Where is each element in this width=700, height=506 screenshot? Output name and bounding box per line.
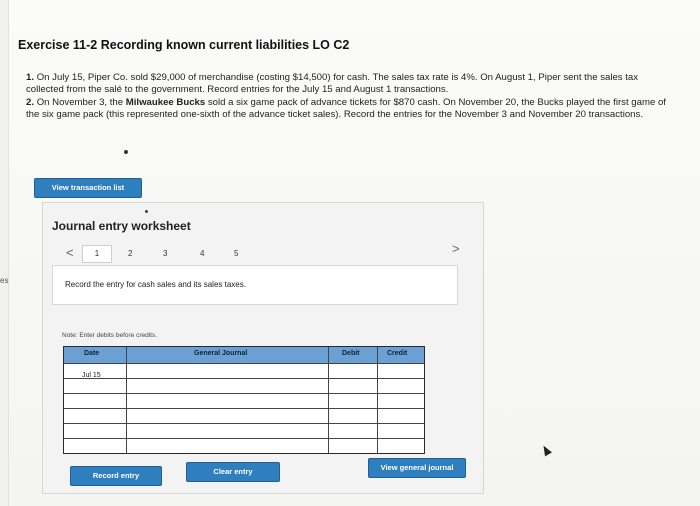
prev-page-chevron-icon[interactable]: < xyxy=(66,245,74,260)
row-divider xyxy=(64,408,424,409)
instruction-box: Record the entry for cash sales and its … xyxy=(52,265,458,305)
next-page-chevron-icon[interactable]: > xyxy=(452,241,460,256)
item-2-number: 2. xyxy=(26,97,35,108)
left-panel-edge xyxy=(0,0,9,506)
row-1-date[interactable]: Jul 15 xyxy=(82,372,101,379)
worksheet-title: Journal entry worksheet xyxy=(52,219,191,233)
instruction-text: Record the entry for cash sales and its … xyxy=(65,280,246,289)
row-divider xyxy=(64,363,424,364)
col-header-credit: Credit xyxy=(387,350,408,357)
note-text: Note: Enter debits before credits. xyxy=(62,332,158,339)
view-transaction-list-button[interactable]: View transaction list xyxy=(34,178,142,198)
row-divider xyxy=(64,438,424,439)
page-tab-5[interactable]: 5 xyxy=(234,249,238,258)
problem-item-1: 1. On July 15, Piper Co. sold $29,000 of… xyxy=(26,72,666,95)
decorative-dot xyxy=(124,150,128,154)
row-divider xyxy=(64,378,424,379)
col-header-general-journal: General Journal xyxy=(194,350,248,357)
col-header-debit: Debit xyxy=(342,350,360,357)
page-tab-2[interactable]: 2 xyxy=(128,249,132,258)
item-1-number: 1. xyxy=(26,72,35,83)
view-general-journal-button[interactable]: View general journal xyxy=(368,458,466,478)
row-divider xyxy=(64,393,424,394)
page-title: Exercise 11-2 Recording known current li… xyxy=(18,38,350,52)
problem-item-2: 2. On November 3, the Milwaukee Bucks so… xyxy=(26,97,666,120)
item-2-team-name: Milwaukee Bucks xyxy=(125,97,206,108)
row-divider xyxy=(64,423,424,424)
col-header-date: Date xyxy=(84,350,100,357)
item-2-text-pre: On November 3, the xyxy=(36,97,126,108)
decorative-dot-small xyxy=(145,210,148,213)
record-entry-button[interactable]: Record entry xyxy=(70,466,162,486)
left-tab-label: es xyxy=(0,276,9,285)
page-tab-4[interactable]: 4 xyxy=(200,249,204,258)
journal-table: Date General Journal Debit Credit Jul 15 xyxy=(63,346,425,454)
page-tab-1[interactable]: 1 xyxy=(82,245,112,263)
page-tab-3[interactable]: 3 xyxy=(163,249,167,258)
item-1-text: On July 15, Piper Co. sold $29,000 of me… xyxy=(26,72,639,95)
clear-entry-button[interactable]: Clear entry xyxy=(186,462,280,482)
